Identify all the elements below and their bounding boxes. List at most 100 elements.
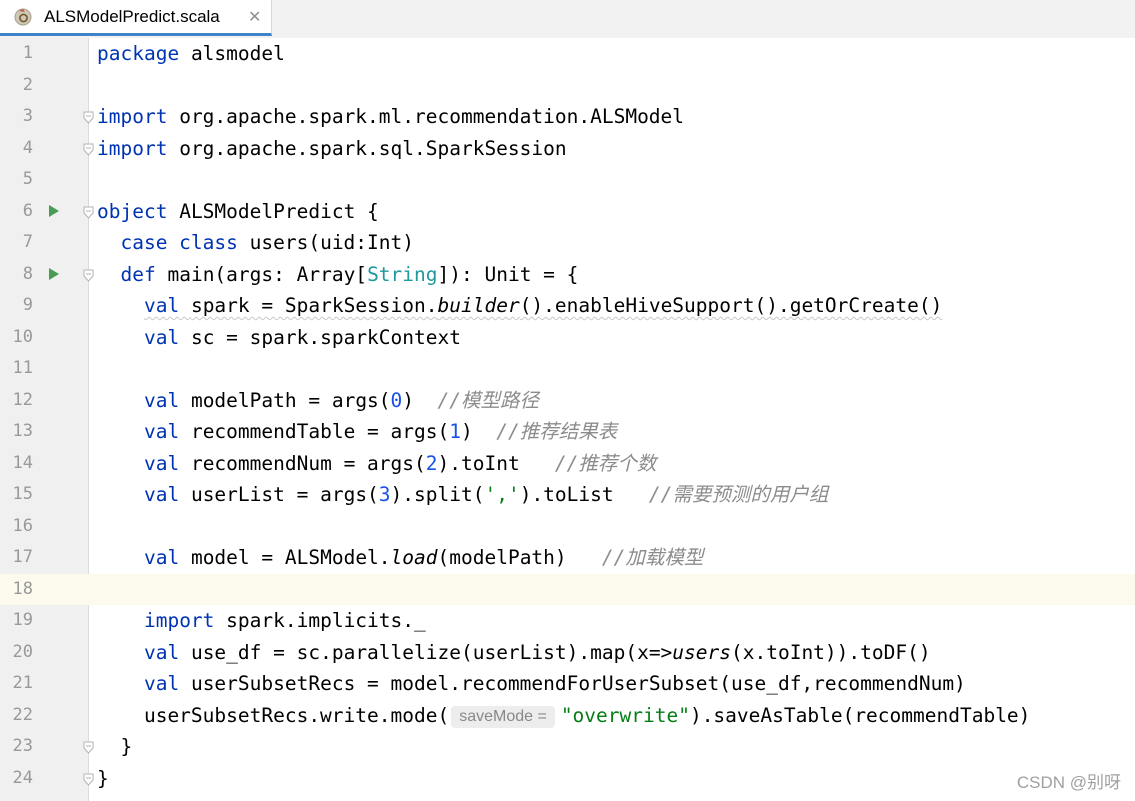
code-line-10[interactable]: 10 val sc = spark.sparkContext [0, 322, 1135, 353]
keyword-token: val [143, 420, 180, 443]
line-number[interactable]: 4 [0, 133, 33, 164]
code-line-24[interactable]: 24} [0, 763, 1135, 794]
code-text[interactable]: val modelPath = args(0) //模型路径 [97, 385, 539, 416]
fold-marker-icon[interactable] [83, 771, 94, 786]
line-number[interactable]: 3 [0, 101, 33, 132]
code-line-9[interactable]: 9 val spark = SparkSession.builder().ena… [0, 290, 1135, 321]
code-text[interactable]: val spark = SparkSession.builder().enabl… [97, 290, 942, 321]
line-number[interactable]: 11 [0, 353, 33, 384]
code-line-15[interactable]: 15 val userList = args(3).split(',').toL… [0, 479, 1135, 510]
code-line-3[interactable]: 3 import org.apache.spark.ml.recommendati… [0, 101, 1135, 132]
string-token: "overwrite" [560, 703, 690, 727]
code-text[interactable]: val recommendTable = args(1) //推荐结果表 [97, 416, 617, 447]
line-number[interactable]: 23 [0, 731, 33, 762]
keyword-token: val [143, 451, 180, 475]
code-token: alsmodel [190, 42, 285, 65]
code-text[interactable]: object ALSModelPredict { [97, 196, 379, 227]
line-number[interactable]: 12 [0, 385, 33, 416]
code-line-1[interactable]: 1 package alsmodel [0, 38, 1135, 69]
code-editor[interactable]: 1 package alsmodel 2 3 import org.apache.spa… [0, 38, 1135, 801]
close-tab-icon[interactable]: ✕ [248, 7, 261, 26]
run-gutter-icon[interactable] [49, 204, 59, 217]
line-number[interactable]: 16 [0, 511, 33, 542]
fold-marker-icon[interactable] [83, 109, 94, 124]
fold-marker-icon[interactable] [83, 204, 94, 219]
code-token: userSubsetRecs = model.recommendForUserS… [190, 672, 966, 695]
code-line-20[interactable]: 20 val use_df = sc.parallelize(userList)… [0, 637, 1135, 668]
code-token: org.apache.spark.sql.SparkSession [179, 136, 567, 160]
line-number[interactable]: 8 [0, 259, 33, 290]
code-text[interactable]: val model = ALSModel.load(modelPath) //加… [97, 542, 703, 573]
code-text[interactable]: val recommendNum = args(2).toInt //推荐个数 [97, 448, 656, 479]
code-token: (modelPath) [437, 546, 602, 569]
line-number[interactable]: 14 [0, 448, 33, 479]
code-line-19[interactable]: 19 import spark.implicits._ [0, 605, 1135, 636]
code-text[interactable]: val sc = spark.sparkContext [97, 322, 461, 353]
line-number[interactable]: 24 [0, 763, 33, 794]
code-token: ().enableHiveSupport().getOrCreate() [519, 294, 943, 317]
code-line-21[interactable]: 21 val userSubsetRecs = model.recommendF… [0, 668, 1135, 699]
code-text[interactable]: } [97, 731, 132, 762]
code-text[interactable]: } [97, 763, 109, 794]
code-line-12[interactable]: 12 val modelPath = args(0) //模型路径 [0, 385, 1135, 416]
line-number[interactable]: 18 [0, 573, 33, 605]
code-line-7[interactable]: 7 case class users(uid:Int) [0, 227, 1135, 258]
line-number[interactable]: 22 [0, 700, 33, 731]
line-number[interactable]: 9 [0, 290, 33, 321]
code-text[interactable]: val use_df = sc.parallelize(userList).ma… [97, 637, 931, 668]
line-number[interactable]: 6 [0, 196, 33, 227]
line-number[interactable]: 10 [0, 322, 33, 353]
fold-marker-icon[interactable] [83, 739, 94, 754]
fold-marker-icon[interactable] [83, 141, 94, 156]
code-text[interactable]: val userSubsetRecs = model.recommendForU… [97, 668, 966, 699]
code-line-11[interactable]: 11 [0, 353, 1135, 384]
code-line-23[interactable]: 23 } [0, 731, 1135, 762]
line-number[interactable]: 13 [0, 416, 33, 447]
line-number[interactable]: 7 [0, 227, 33, 258]
code-line-14[interactable]: 14 val recommendNum = args(2).toInt //推荐… [0, 448, 1135, 479]
code-line-8[interactable]: 8 def main(args: Array[String]): Unit = … [0, 259, 1135, 290]
code-text[interactable]: import spark.implicits._ [97, 605, 426, 636]
code-text[interactable]: userSubsetRecs.write.mode(saveMode = "ove… [97, 700, 1030, 731]
code-text[interactable]: def main(args: Array[String]): Unit = { [97, 259, 578, 290]
code-line-4[interactable]: 4 import org.apache.spark.sql.SparkSessio… [0, 133, 1135, 164]
line-number[interactable]: 5 [0, 164, 33, 195]
line-number[interactable]: 19 [0, 605, 33, 636]
line-number[interactable]: 21 [0, 668, 33, 699]
code-line-6[interactable]: 6 object ALSModelPredict { [0, 196, 1135, 227]
line-number[interactable]: 20 [0, 637, 33, 668]
code-line-18[interactable]: 18 [0, 573, 1135, 605]
line-number[interactable]: 17 [0, 542, 33, 573]
line-number[interactable]: 2 [0, 70, 33, 101]
keyword-token: val [143, 640, 180, 664]
code-token: spark.implicits._ [226, 609, 426, 632]
run-gutter-icon[interactable] [49, 267, 59, 280]
code-text[interactable]: import org.apache.spark.ml.recommendatio… [97, 101, 684, 132]
string-token: ',' [484, 483, 520, 506]
keyword-token: package [97, 42, 180, 65]
code-text[interactable]: import org.apache.spark.sql.SparkSession [97, 133, 567, 164]
code-line-17[interactable]: 17 val model = ALSModel.load(modelPath) … [0, 542, 1135, 573]
line-number[interactable]: 1 [0, 38, 33, 69]
line-number[interactable]: 15 [0, 479, 33, 510]
code-text[interactable]: package alsmodel [97, 38, 285, 69]
fold-marker-icon[interactable] [83, 267, 94, 282]
code-line-16[interactable]: 16 [0, 511, 1135, 542]
code-token: modelPath = args( [190, 388, 391, 412]
code-line-2[interactable]: 2 [0, 70, 1135, 101]
number-token: 3 [378, 483, 391, 506]
code-line-13[interactable]: 13 val recommendTable = args(1) //推荐结果表 [0, 416, 1135, 447]
code-text[interactable]: val userList = args(3).split(',').toList… [97, 479, 828, 510]
comment-token: //推荐结果表 [496, 420, 618, 443]
code-text[interactable]: case class users(uid:Int) [97, 227, 414, 258]
code-line-5[interactable]: 5 [0, 164, 1135, 195]
code-line-22[interactable]: 22 userSubsetRecs.write.mode(saveMode = "… [0, 700, 1135, 731]
file-tab[interactable]: ALSModelPredict.scala ✕ [0, 0, 272, 36]
